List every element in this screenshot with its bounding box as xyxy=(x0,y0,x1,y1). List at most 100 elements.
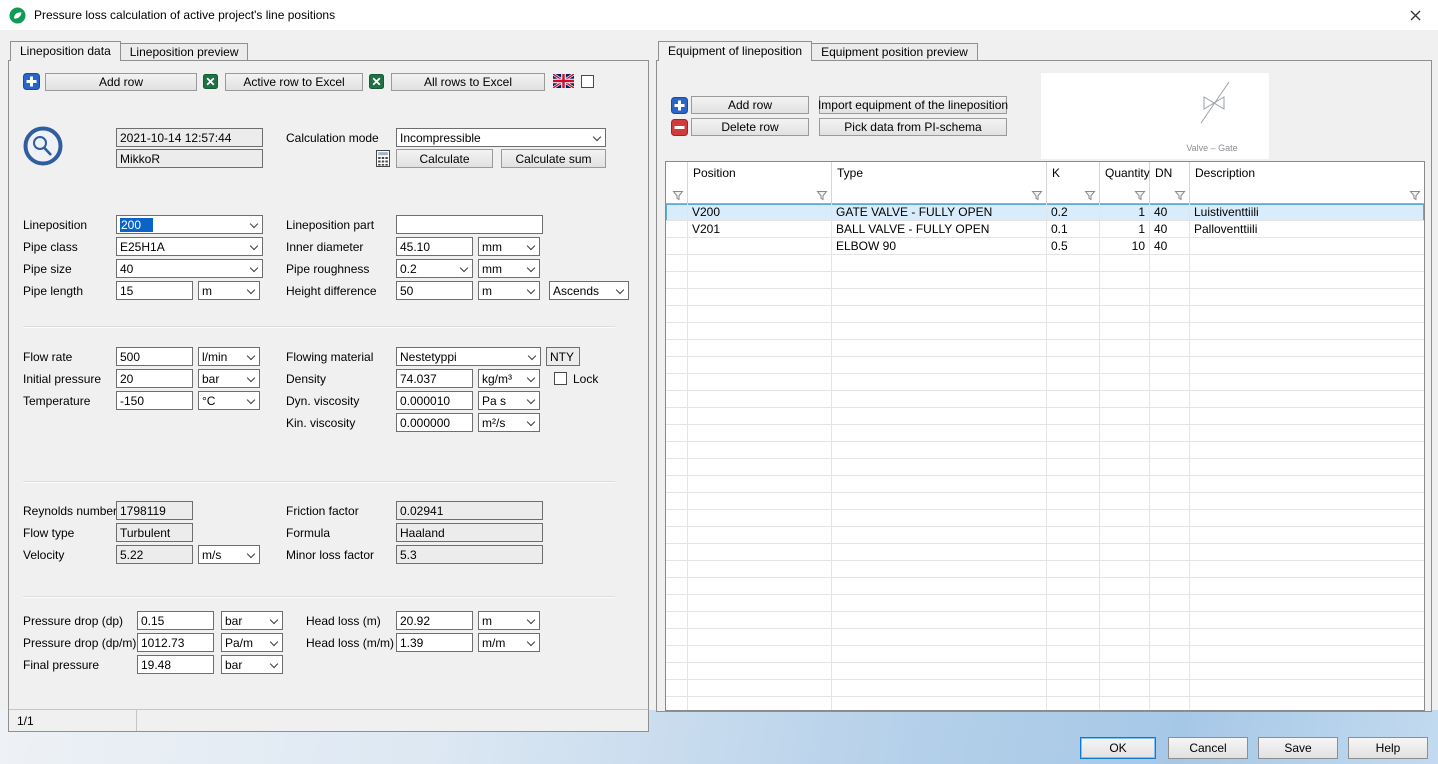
row-selector-cell[interactable] xyxy=(666,442,688,459)
language-checkbox[interactable] xyxy=(581,75,594,88)
import-equipment-button[interactable]: Import equipment of the lineposition xyxy=(819,96,1007,114)
pipe-size-combobox[interactable]: 40 xyxy=(116,259,263,278)
table-row[interactable] xyxy=(666,493,1424,510)
density-unit-select[interactable]: kg/m³ xyxy=(478,369,540,388)
pressure-drop-dp-unit-select[interactable]: bar xyxy=(221,611,283,630)
close-button[interactable] xyxy=(1398,0,1432,30)
row-selector-cell[interactable] xyxy=(666,459,688,476)
equipment-delete-row-button[interactable]: Delete row xyxy=(691,118,809,136)
table-row[interactable] xyxy=(666,391,1424,408)
row-selector-cell[interactable] xyxy=(666,595,688,612)
filter-icon[interactable] xyxy=(816,190,828,201)
table-row[interactable]: ELBOW 900.51040 xyxy=(666,238,1424,255)
table-row[interactable] xyxy=(666,357,1424,374)
kin-viscosity-input[interactable] xyxy=(396,413,473,432)
filter-icon[interactable] xyxy=(1084,190,1096,201)
row-selector-cell[interactable] xyxy=(666,561,688,578)
table-row[interactable] xyxy=(666,340,1424,357)
density-lock-checkbox[interactable] xyxy=(554,372,567,385)
temperature-unit-select[interactable]: °C xyxy=(198,391,260,410)
pipe-roughness-unit-select[interactable]: mm xyxy=(478,259,540,278)
tab-equipment-position-preview[interactable]: Equipment position preview xyxy=(812,43,978,61)
row-selector-cell[interactable] xyxy=(666,544,688,561)
initial-pressure-input[interactable] xyxy=(116,369,193,388)
header-type[interactable]: Type xyxy=(832,162,1047,204)
inner-diameter-unit-select[interactable]: mm xyxy=(478,237,540,256)
height-direction-select[interactable]: Ascends xyxy=(549,281,629,300)
ok-button[interactable]: OK xyxy=(1080,737,1156,759)
pick-data-pi-schema-button[interactable]: Pick data from PI-schema xyxy=(819,118,1007,136)
equipment-add-row-button[interactable]: Add row xyxy=(691,96,809,114)
row-selector-cell[interactable] xyxy=(666,306,688,323)
table-row[interactable] xyxy=(666,697,1424,710)
table-row[interactable] xyxy=(666,544,1424,561)
tab-equipment-of-lineposition[interactable]: Equipment of lineposition xyxy=(658,41,812,61)
row-selector-cell[interactable] xyxy=(666,289,688,306)
add-row-button[interactable]: Add row xyxy=(45,73,197,91)
cancel-button[interactable]: Cancel xyxy=(1168,737,1248,759)
row-selector-cell[interactable] xyxy=(666,663,688,680)
row-selector-cell[interactable] xyxy=(666,323,688,340)
table-row[interactable] xyxy=(666,408,1424,425)
table-row[interactable] xyxy=(666,680,1424,697)
row-selector-cell[interactable] xyxy=(666,697,688,710)
header-quantity[interactable]: Quantity xyxy=(1100,162,1150,204)
inner-diameter-input[interactable] xyxy=(396,237,473,256)
row-selector-cell[interactable] xyxy=(666,527,688,544)
pipe-class-combobox[interactable]: E25H1A xyxy=(116,237,263,256)
magnifier-icon[interactable] xyxy=(23,126,63,166)
density-input[interactable] xyxy=(396,369,473,388)
table-row[interactable] xyxy=(666,255,1424,272)
row-selector-cell[interactable] xyxy=(666,510,688,527)
pipe-length-unit-select[interactable]: m xyxy=(198,281,260,300)
table-row[interactable] xyxy=(666,272,1424,289)
table-row[interactable] xyxy=(666,595,1424,612)
dyn-viscosity-input[interactable] xyxy=(396,391,473,410)
pressure-drop-dpm-input[interactable] xyxy=(137,633,214,652)
table-row[interactable] xyxy=(666,442,1424,459)
table-row[interactable] xyxy=(666,306,1424,323)
pipe-roughness-combobox[interactable]: 0.2 xyxy=(396,259,473,278)
calculation-mode-select[interactable]: Incompressible xyxy=(396,128,606,147)
lineposition-part-input[interactable] xyxy=(396,215,543,234)
all-rows-to-excel-button[interactable]: All rows to Excel xyxy=(391,73,545,91)
help-button[interactable]: Help xyxy=(1348,737,1428,759)
velocity-unit-select[interactable]: m/s xyxy=(198,545,260,564)
row-selector-cell[interactable] xyxy=(666,646,688,663)
row-selector-cell[interactable] xyxy=(666,272,688,289)
row-selector-cell[interactable] xyxy=(666,629,688,646)
row-selector-cell[interactable] xyxy=(666,578,688,595)
table-row[interactable] xyxy=(666,289,1424,306)
table-row[interactable] xyxy=(666,612,1424,629)
final-pressure-input[interactable] xyxy=(137,655,214,674)
filter-icon[interactable] xyxy=(1409,190,1421,201)
pipe-length-input[interactable] xyxy=(116,281,193,300)
row-selector-cell[interactable] xyxy=(666,476,688,493)
table-row[interactable] xyxy=(666,323,1424,340)
filter-icon[interactable] xyxy=(672,190,684,201)
initial-pressure-unit-select[interactable]: bar xyxy=(198,369,260,388)
row-selector-cell[interactable] xyxy=(666,221,688,238)
row-selector-cell[interactable] xyxy=(666,238,688,255)
table-row[interactable]: V200GATE VALVE - FULLY OPEN0.2140Luistiv… xyxy=(666,204,1424,221)
calculate-button[interactable]: Calculate xyxy=(396,149,493,168)
header-dn[interactable]: DN xyxy=(1150,162,1190,204)
header-position[interactable]: Position xyxy=(688,162,832,204)
uk-flag-icon[interactable] xyxy=(553,74,574,88)
filter-icon[interactable] xyxy=(1134,190,1146,201)
row-selector-cell[interactable] xyxy=(666,357,688,374)
filter-icon[interactable] xyxy=(1174,190,1186,201)
kin-viscosity-unit-select[interactable]: m²/s xyxy=(478,413,540,432)
row-selector-cell[interactable] xyxy=(666,408,688,425)
row-selector-cell[interactable] xyxy=(666,391,688,408)
filter-icon[interactable] xyxy=(1031,190,1043,201)
row-selector-cell[interactable] xyxy=(666,493,688,510)
header-description[interactable]: Description xyxy=(1190,162,1424,204)
save-button[interactable]: Save xyxy=(1258,737,1338,759)
table-row[interactable]: V201BALL VALVE - FULLY OPEN0.1140Pallove… xyxy=(666,221,1424,238)
table-row[interactable] xyxy=(666,561,1424,578)
head-loss-m-unit-select[interactable]: m xyxy=(478,611,540,630)
lineposition-combobox[interactable]: 200 xyxy=(116,215,263,234)
flow-rate-input[interactable] xyxy=(116,347,193,366)
final-pressure-unit-select[interactable]: bar xyxy=(221,655,283,674)
